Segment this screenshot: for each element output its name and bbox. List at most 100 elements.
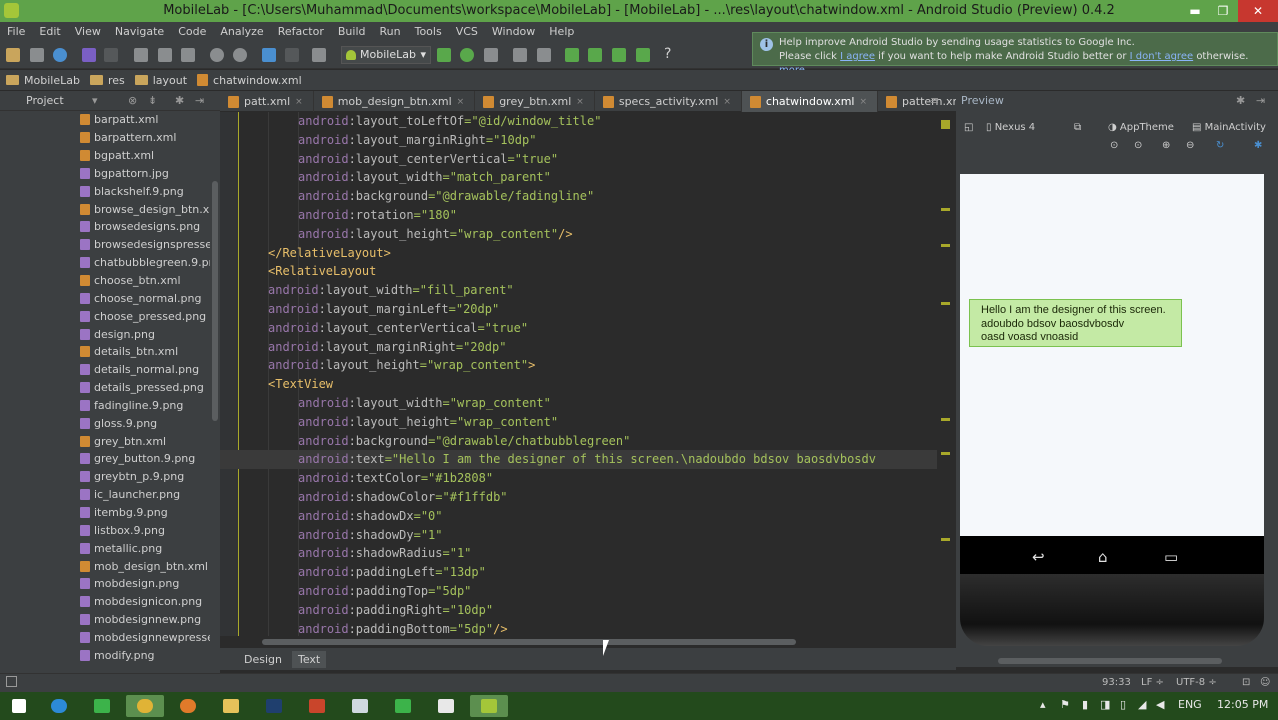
editor-tab[interactable]: grey_btn.xml × xyxy=(475,91,595,112)
project-file-item[interactable]: choose_normal.png xyxy=(0,289,210,307)
taskbar-chrome[interactable] xyxy=(126,695,164,717)
warning-marker[interactable] xyxy=(941,538,950,541)
warning-marker[interactable] xyxy=(941,418,950,421)
run-configuration-select[interactable]: MobileLab ▾ xyxy=(341,46,431,64)
gear-icon[interactable]: ✱ xyxy=(175,91,184,111)
project-file-item[interactable]: browsedesigns.png xyxy=(0,218,210,236)
preview-settings-icon[interactable]: ✱ xyxy=(1254,140,1262,151)
project-file-item[interactable]: choose_btn.xml xyxy=(0,272,210,290)
tray-network-icon[interactable]: ▮ xyxy=(1082,698,1088,711)
debug-icon[interactable] xyxy=(460,48,474,62)
menu-navigate[interactable]: Navigate xyxy=(108,25,171,38)
zoom-in-icon[interactable]: ⊕ xyxy=(1162,140,1170,151)
code-content[interactable]: android:layout_toLeftOf="@id/window_titl… xyxy=(220,112,937,636)
project-file-item[interactable]: metallic.png xyxy=(0,539,210,557)
chevron-down-icon[interactable]: ▾ xyxy=(92,91,98,111)
code-line[interactable]: </RelativeLayout> xyxy=(268,244,937,263)
tab-overflow-icon[interactable]: ≡ xyxy=(930,94,939,107)
code-line[interactable]: android:layout_height="wrap_content"> xyxy=(268,356,937,375)
scroll-from-source-icon[interactable]: ⊗ xyxy=(128,91,137,111)
close-icon[interactable]: × xyxy=(295,97,303,107)
code-line[interactable]: <RelativeLayout xyxy=(268,262,937,281)
avd-manager-icon[interactable] xyxy=(588,48,602,62)
theme-select[interactable]: ◑ AppTheme xyxy=(1108,122,1174,133)
close-button[interactable]: ✕ xyxy=(1238,0,1278,22)
save-icon[interactable] xyxy=(30,48,44,62)
project-file-item[interactable]: mobdesignicon.png xyxy=(0,593,210,611)
editor-tab[interactable]: chatwindow.xml × xyxy=(741,91,879,112)
redo-icon[interactable] xyxy=(104,48,118,62)
warning-marker[interactable] xyxy=(941,452,950,455)
taskbar-camtasia-studio[interactable] xyxy=(427,695,465,717)
tool-windows-icon[interactable] xyxy=(6,676,17,687)
zoom-out-icon[interactable]: ⊖ xyxy=(1186,140,1194,151)
line-separator[interactable]: LF ÷ xyxy=(1141,677,1164,688)
scrollbar-thumb[interactable] xyxy=(262,639,796,645)
code-line[interactable]: android:layout_marginRight="20dp" xyxy=(268,338,937,357)
tray-wifi-icon[interactable]: ◢ xyxy=(1138,698,1146,711)
event-log-icon[interactable]: ☺ xyxy=(1260,677,1270,688)
gear-icon[interactable]: ✱ xyxy=(1236,91,1245,111)
agree-link[interactable]: I agree xyxy=(840,51,875,62)
menu-run[interactable]: Run xyxy=(373,25,408,38)
sync-gradle-icon[interactable] xyxy=(565,48,579,62)
editor-tab[interactable]: specs_activity.xml × xyxy=(595,91,742,112)
monitor-icon[interactable] xyxy=(636,48,650,62)
code-line[interactable]: android:paddingLeft="13dp" xyxy=(268,563,937,582)
menu-code[interactable]: Code xyxy=(171,25,213,38)
device-select[interactable]: ▯ Nexus 4 xyxy=(986,122,1035,133)
menu-build[interactable]: Build xyxy=(331,25,373,38)
code-line[interactable]: android:layout_marginRight="10dp" xyxy=(268,131,937,150)
undo-icon[interactable] xyxy=(82,48,96,62)
project-file-item[interactable]: design.png xyxy=(0,325,210,343)
taskbar-notepad[interactable] xyxy=(341,695,379,717)
code-line[interactable]: android:layout_marginLeft="20dp" xyxy=(268,300,937,319)
clock[interactable]: 12:05 PM xyxy=(1217,698,1268,711)
project-file-item[interactable]: mobdesign.png xyxy=(0,575,210,593)
project-file-item[interactable]: choose_pressed.png xyxy=(0,307,210,325)
forward-icon[interactable] xyxy=(285,48,299,62)
tray-show-hidden-icon[interactable]: ▴ xyxy=(1040,698,1046,711)
project-horizontal-scrollbar[interactable] xyxy=(0,663,220,673)
code-line[interactable]: android:rotation="180" xyxy=(268,206,937,225)
project-file-item[interactable]: mob_design_btn.xml xyxy=(0,557,210,575)
code-line[interactable]: <TextView xyxy=(268,375,937,394)
warning-marker[interactable] xyxy=(941,208,950,211)
activity-select[interactable]: ▤ MainActivity xyxy=(1192,122,1266,133)
find-icon[interactable] xyxy=(210,48,224,62)
back-icon[interactable] xyxy=(262,48,276,62)
minimize-button[interactable]: ▬ xyxy=(1180,0,1210,22)
editor-tab[interactable]: mob_design_btn.xml × xyxy=(314,91,476,112)
project-file-item[interactable]: bgpattorn.jpg xyxy=(0,165,210,183)
code-line[interactable]: android:text="Hello I am the designer of… xyxy=(220,450,937,470)
menu-vcs[interactable]: VCS xyxy=(449,25,485,38)
orientation-icon[interactable]: ⧉ xyxy=(1074,122,1081,133)
project-file-item[interactable]: details_btn.xml xyxy=(0,343,210,361)
paste-icon[interactable] xyxy=(181,48,195,62)
code-line[interactable]: android:background="@drawable/fadingline… xyxy=(268,187,937,206)
inspection-status-icon[interactable] xyxy=(941,120,950,129)
project-file-item[interactable]: barpattern.xml xyxy=(0,129,210,147)
refresh-icon[interactable]: ↻ xyxy=(1216,140,1224,151)
chat-bubble-preview[interactable]: Hello I am the designer of this screen. … xyxy=(969,299,1182,347)
breadcrumb-item[interactable]: res xyxy=(89,74,125,87)
start-button[interactable] xyxy=(0,695,38,717)
project-file-item[interactable]: browse_design_btn.xml xyxy=(0,200,210,218)
taskbar-internet-explorer[interactable] xyxy=(40,695,78,717)
code-line[interactable]: android:layout_centerVertical="true" xyxy=(268,319,937,338)
warning-marker[interactable] xyxy=(941,244,950,247)
code-line[interactable]: android:layout_centerVertical="true" xyxy=(268,150,937,169)
breadcrumb-item[interactable]: layout xyxy=(134,74,187,87)
lock-icon[interactable]: ⊡ xyxy=(1242,677,1250,688)
caret-position[interactable]: 93:33 xyxy=(1102,677,1131,688)
close-icon[interactable]: × xyxy=(859,97,867,107)
attach-debugger-icon[interactable] xyxy=(484,48,498,62)
close-icon[interactable]: × xyxy=(723,97,731,107)
code-line[interactable]: android:layout_width="match_parent" xyxy=(268,168,937,187)
dont-agree-link[interactable]: I don't agree xyxy=(1130,51,1193,62)
project-file-item[interactable]: greybtn_p.9.png xyxy=(0,468,210,486)
project-file-item[interactable]: mobdesignnewpressed xyxy=(0,628,210,646)
menu-refactor[interactable]: Refactor xyxy=(271,25,331,38)
tray-flag-icon[interactable]: ⚑ xyxy=(1060,698,1070,711)
code-line[interactable]: android:paddingRight="10dp" xyxy=(268,601,937,620)
